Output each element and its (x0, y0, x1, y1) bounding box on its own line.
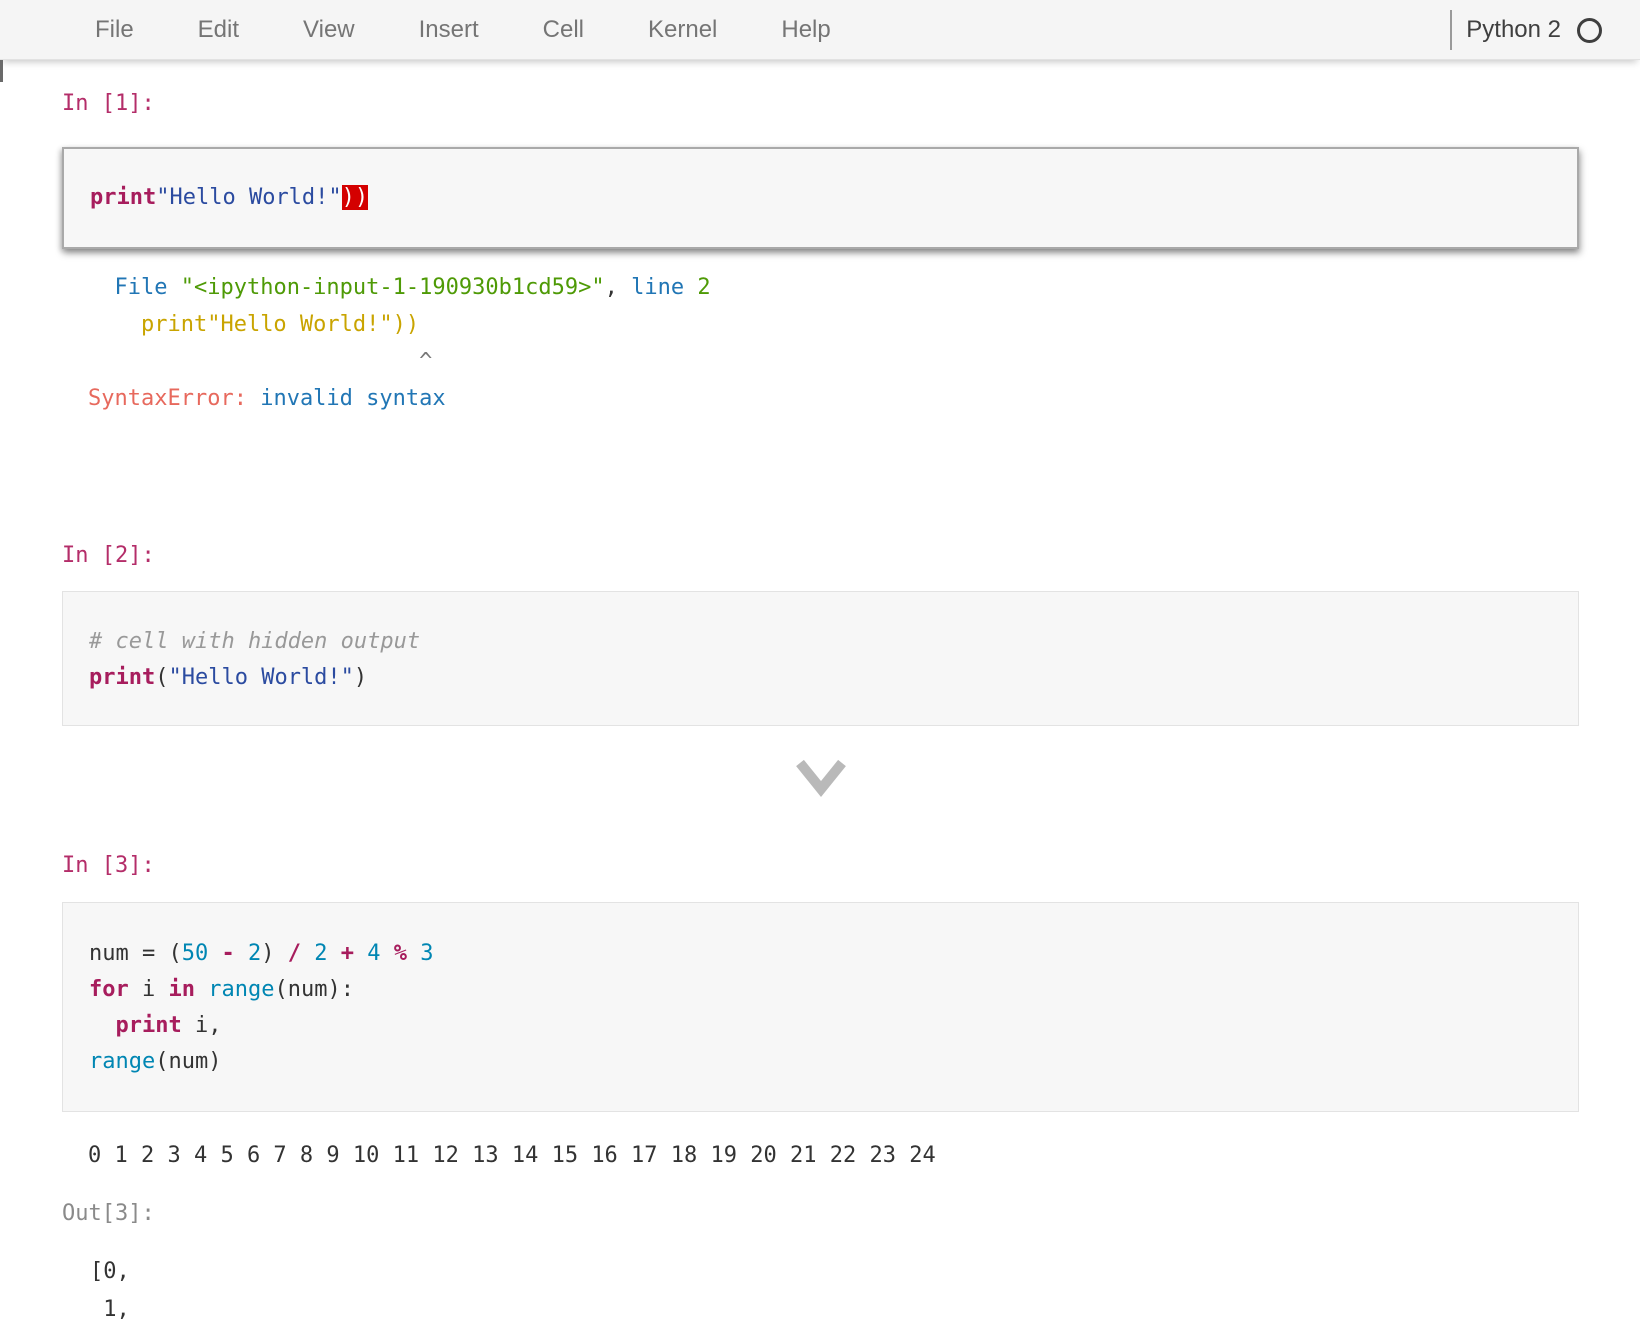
notebook: In [1]: print"Hello World!")) File "<ipy… (0, 92, 1640, 1329)
menu-item-cell[interactable]: Cell (543, 16, 584, 44)
kernel-name: Python 2 (1466, 16, 1561, 44)
expand-hidden-output-button[interactable] (62, 756, 1579, 798)
code-cell-1-input[interactable]: print"Hello World!")) (62, 147, 1579, 249)
chevron-down-icon (793, 756, 849, 798)
menubar-divider (1450, 10, 1452, 50)
menu-item-kernel[interactable]: Kernel (648, 16, 717, 44)
result-output-3: [0, 1, (90, 1253, 1579, 1329)
kernel-indicator: Python 2 (1450, 0, 1602, 60)
menubar: File Edit View Insert Cell Kernel Help P… (0, 0, 1640, 60)
code-2: # cell with hidden outputprint("Hello Wo… (89, 624, 1552, 696)
menu-item-file[interactable]: File (95, 16, 134, 44)
code-3: num = (50 - 2) / 2 + 4 % 3for i in range… (89, 936, 1552, 1080)
kernel-idle-circle-icon (1577, 18, 1602, 43)
code-cell-3-input[interactable]: num = (50 - 2) / 2 + 4 % 3for i in range… (62, 902, 1579, 1112)
code-cell-2-input[interactable]: # cell with hidden outputprint("Hello Wo… (62, 591, 1579, 726)
menu-item-help[interactable]: Help (781, 16, 830, 44)
error-output-1: File "<ipython-input-1-190930b1cd59>", l… (88, 269, 1579, 417)
menu-item-edit[interactable]: Edit (198, 16, 239, 44)
menu-item-view[interactable]: View (303, 16, 355, 44)
input-prompt-3: In [3]: (62, 854, 1579, 878)
notebook-menu: File Edit View Insert Cell Kernel Help (0, 16, 831, 44)
input-prompt-1: In [1]: (62, 92, 1579, 116)
stream-output-3: 0 1 2 3 4 5 6 7 8 9 10 11 12 13 14 15 16… (88, 1138, 1579, 1174)
output-prompt-3: Out[3]: (62, 1202, 1579, 1226)
code-1: print"Hello World!")) (90, 180, 1551, 216)
left-edge-scrollbar-thumb[interactable] (0, 60, 3, 82)
input-prompt-2: In [2]: (62, 544, 1579, 568)
menu-item-insert[interactable]: Insert (419, 16, 479, 44)
